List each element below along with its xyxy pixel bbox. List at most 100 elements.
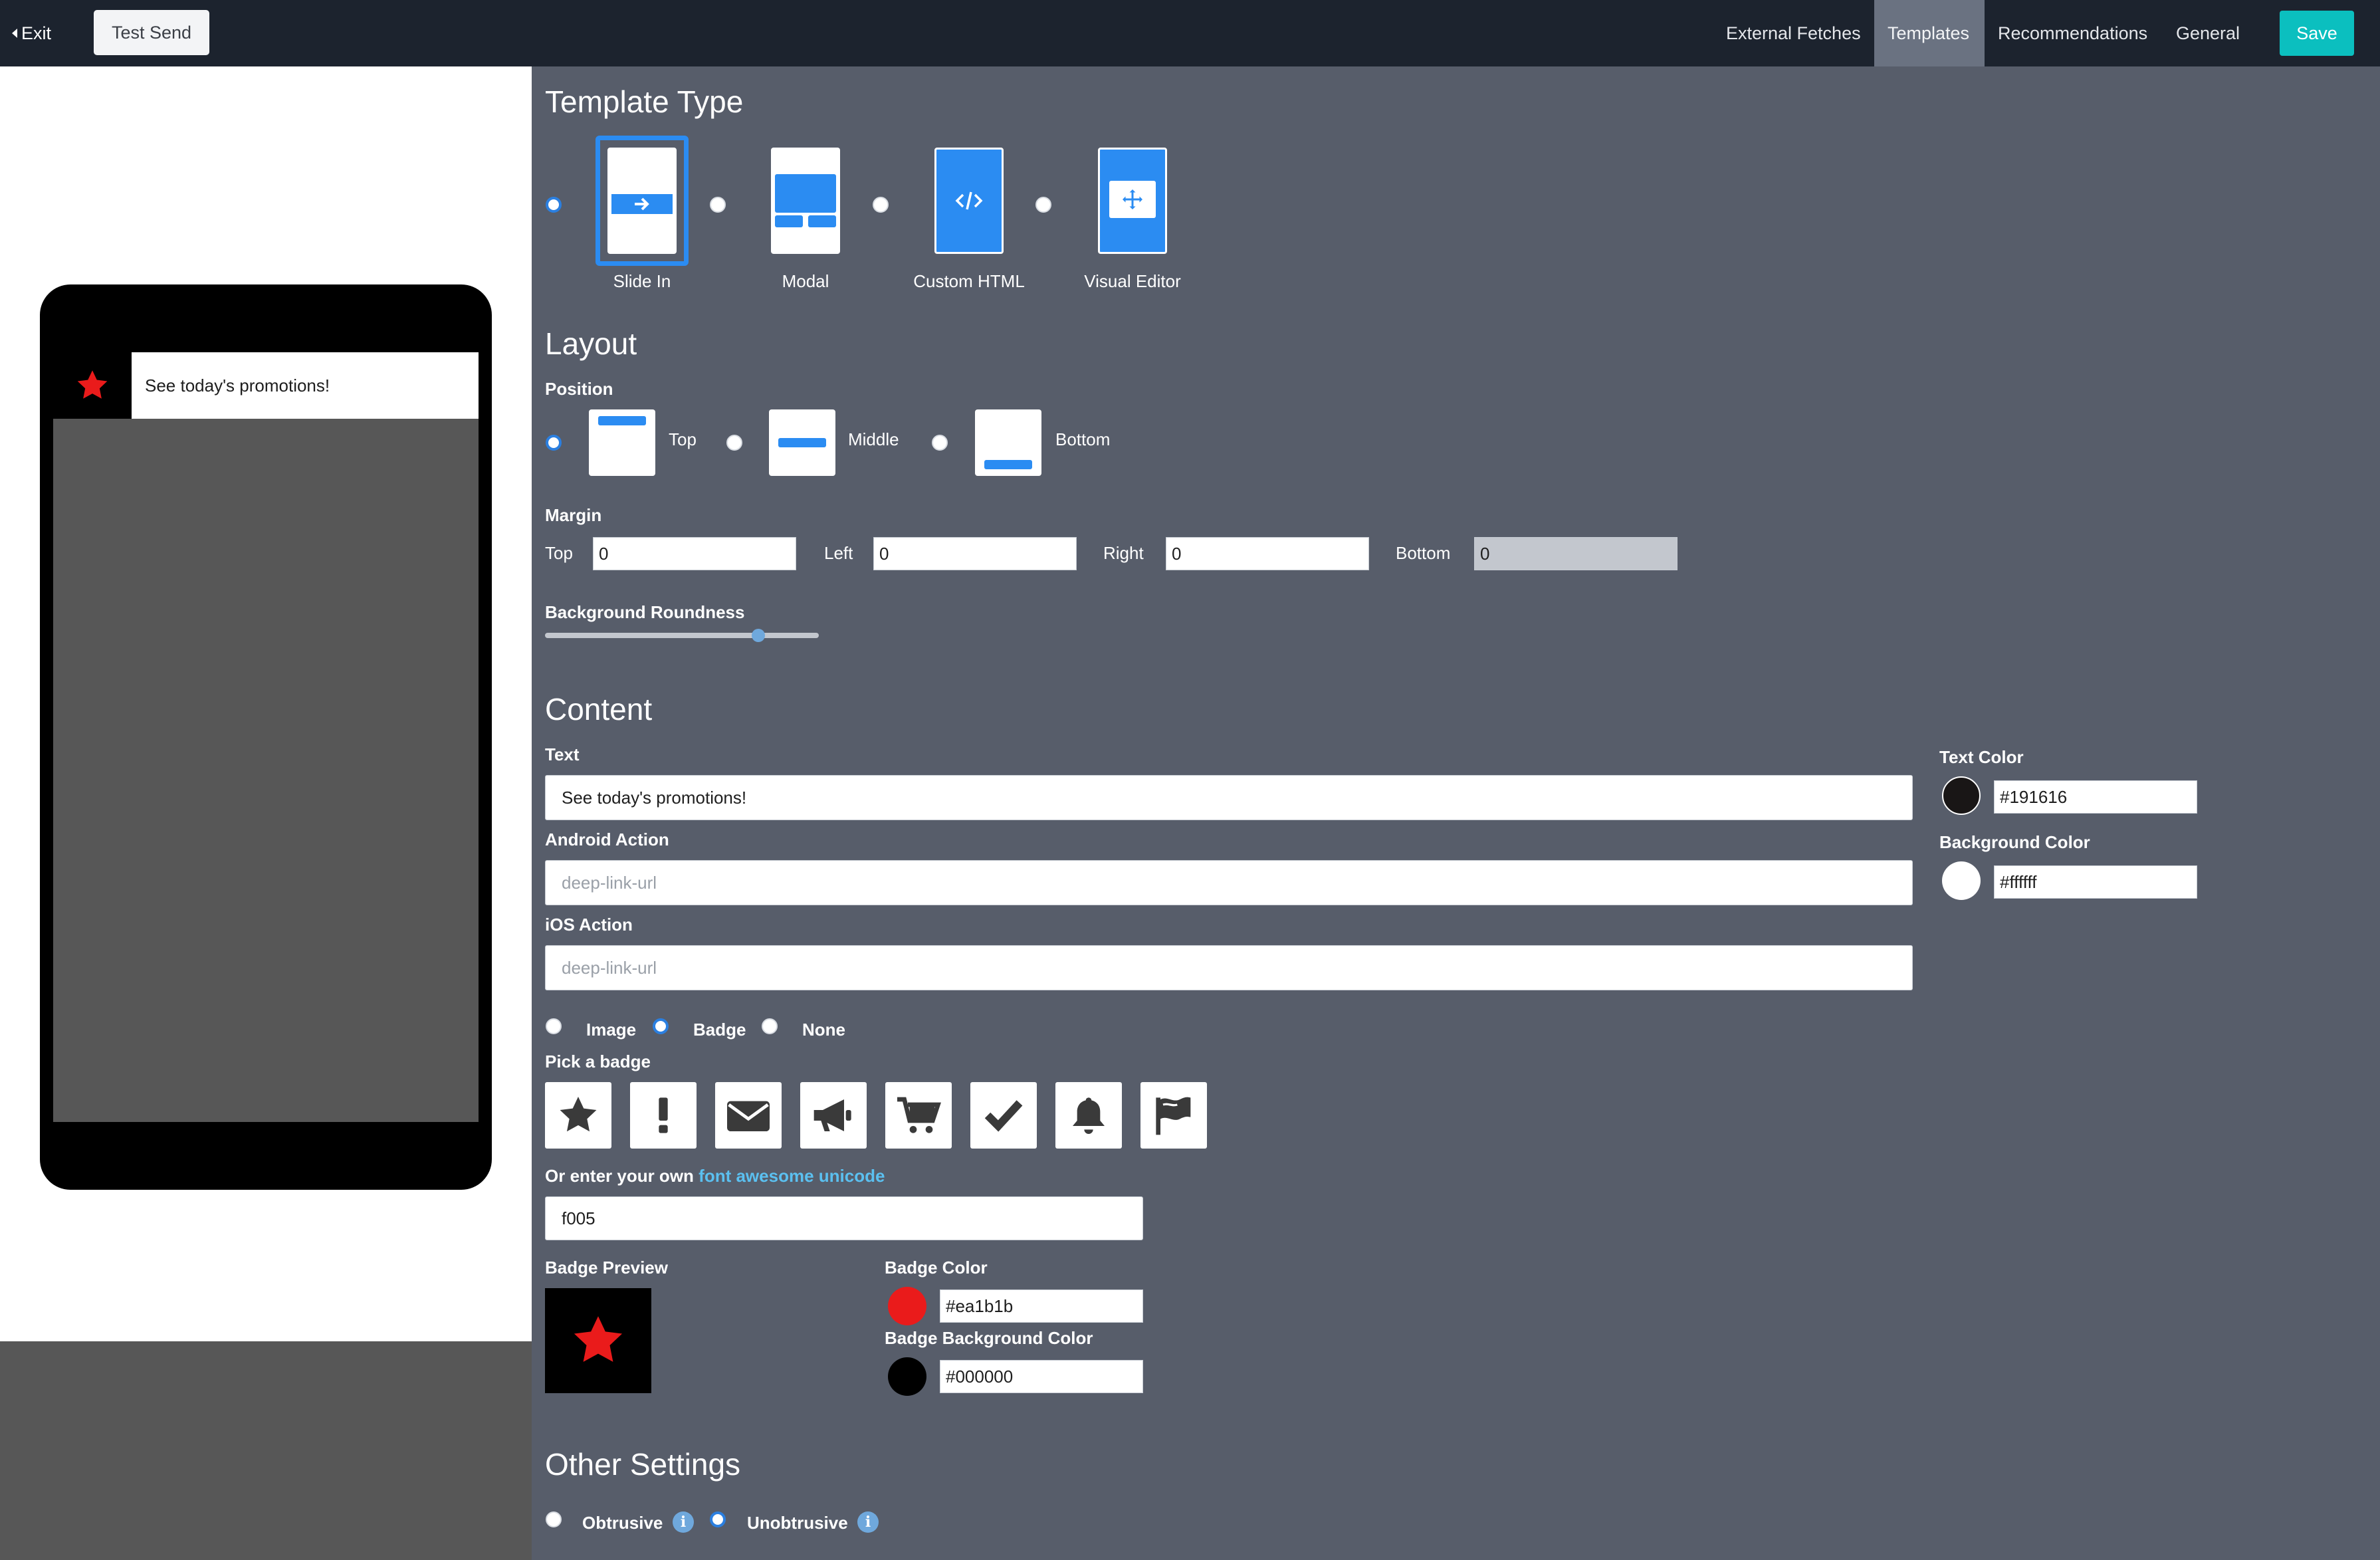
background-color-label: Background Color <box>1939 832 2090 852</box>
template-label-modal: Modal <box>782 271 829 291</box>
nav-external-fetches[interactable]: External Fetches <box>1713 0 1874 66</box>
bell-icon <box>1073 1097 1105 1134</box>
template-label-visual-editor: Visual Editor <box>1084 271 1181 291</box>
media-label-badge: Badge <box>693 1020 746 1040</box>
badge-picker <box>545 1082 1207 1149</box>
position-label-top: Top <box>669 429 697 449</box>
slide-in-message-preview: See today's promotions! <box>53 352 479 419</box>
check-icon <box>984 1100 1023 1132</box>
content-heading: Content <box>545 692 653 726</box>
unobtrusive-label: Unobtrusive <box>747 1513 848 1533</box>
media-label-image: Image <box>586 1020 637 1040</box>
android-action-input[interactable] <box>545 860 1913 905</box>
template-label-custom-html: Custom HTML <box>913 271 1025 291</box>
badge-option-flag[interactable] <box>1140 1082 1207 1149</box>
badge-option-cart[interactable] <box>885 1082 952 1149</box>
background-roundness-label: Background Roundness <box>545 602 745 622</box>
margin-left-label: Left <box>824 543 853 563</box>
badge-option-megaphone[interactable] <box>800 1082 867 1149</box>
message-text-input[interactable] <box>545 775 1913 820</box>
position-middle-bar <box>778 438 826 447</box>
exit-button[interactable]: Exit <box>12 20 51 47</box>
position-top-bar <box>598 416 646 425</box>
badge-background-color-swatch[interactable] <box>888 1357 926 1396</box>
nav-general[interactable]: General <box>2163 0 2253 66</box>
radio-media-badge[interactable] <box>653 1018 669 1034</box>
text-label: Text <box>545 744 580 764</box>
position-label-middle: Middle <box>848 429 899 449</box>
unicode-hint-prefix: Or enter your own <box>545 1166 694 1186</box>
unicode-input[interactable] <box>545 1196 1143 1240</box>
test-send-button[interactable]: Test Send <box>94 10 209 55</box>
radio-position-middle[interactable] <box>726 435 742 451</box>
radio-position-bottom[interactable] <box>932 435 948 451</box>
layout-heading: Layout <box>545 326 637 361</box>
radio-position-top[interactable] <box>546 435 562 451</box>
margin-label: Margin <box>545 505 602 525</box>
modal-button-shape <box>775 215 803 227</box>
unobtrusive-info-icon[interactable]: i <box>857 1511 879 1533</box>
background-color-input[interactable] <box>1994 865 2197 899</box>
star-icon <box>560 1097 597 1132</box>
margin-right-label: Right <box>1103 543 1144 563</box>
background-color-swatch[interactable] <box>1942 861 1981 900</box>
position-bottom-bar <box>984 460 1032 469</box>
margin-left-input[interactable] <box>873 537 1077 570</box>
preview-badge <box>53 352 132 419</box>
cart-icon <box>897 1097 941 1133</box>
font-awesome-unicode-link[interactable]: font awesome unicode <box>699 1166 885 1186</box>
exit-label: Exit <box>21 23 52 43</box>
media-label-none: None <box>802 1020 845 1040</box>
badge-color-swatch[interactable] <box>888 1287 926 1325</box>
flag-icon <box>1156 1097 1191 1135</box>
badge-option-envelope[interactable] <box>715 1082 782 1149</box>
envelope-icon <box>727 1101 770 1131</box>
margin-top-input[interactable] <box>593 537 796 570</box>
badge-option-check[interactable] <box>970 1082 1037 1149</box>
code-icon <box>955 191 983 210</box>
unicode-hint: Or enter your own font awesome unicode <box>545 1166 885 1186</box>
other-settings-heading: Other Settings <box>545 1447 741 1482</box>
margin-right-input[interactable] <box>1166 537 1369 570</box>
badge-preview <box>545 1288 651 1393</box>
margin-bottom-input <box>1474 537 1677 570</box>
template-option-custom-html[interactable] <box>934 148 1004 254</box>
radio-slide-in[interactable] <box>546 197 562 213</box>
caret-left-icon <box>12 29 17 38</box>
radio-media-none[interactable] <box>762 1018 778 1034</box>
radio-obtrusive[interactable] <box>546 1511 562 1527</box>
move-arrows-icon <box>1109 181 1156 218</box>
radio-visual-editor[interactable] <box>1035 197 1051 213</box>
text-color-input[interactable] <box>1994 780 2197 814</box>
badge-option-star[interactable] <box>545 1082 611 1149</box>
badge-preview-label: Badge Preview <box>545 1258 668 1278</box>
roundness-slider-thumb[interactable] <box>752 629 766 642</box>
badge-color-input[interactable] <box>940 1289 1143 1323</box>
radio-media-image[interactable] <box>546 1018 562 1034</box>
position-label-bottom: Bottom <box>1055 429 1111 449</box>
android-action-label: Android Action <box>545 830 669 849</box>
badge-background-color-input[interactable] <box>940 1360 1143 1393</box>
star-icon <box>574 1316 623 1362</box>
preview-footer <box>0 1341 532 1560</box>
nav-recommendations[interactable]: Recommendations <box>1985 0 2161 66</box>
radio-modal[interactable] <box>710 197 726 213</box>
obtrusive-info-icon[interactable]: i <box>673 1511 694 1533</box>
text-color-swatch[interactable] <box>1942 776 1981 815</box>
position-label: Position <box>545 379 613 399</box>
badge-option-exclamation[interactable] <box>630 1082 697 1149</box>
star-icon <box>77 370 108 399</box>
margin-top-label: Top <box>545 543 573 563</box>
template-label-slide-in: Slide In <box>613 271 671 291</box>
roundness-slider-track[interactable] <box>545 633 819 638</box>
ios-action-input[interactable] <box>545 945 1913 990</box>
badge-background-color-label: Badge Background Color <box>885 1328 1093 1348</box>
radio-unobtrusive[interactable] <box>710 1511 726 1527</box>
phone-screen <box>53 352 479 1122</box>
text-color-label: Text Color <box>1939 747 2024 767</box>
badge-color-label: Badge Color <box>885 1258 988 1278</box>
radio-custom-html[interactable] <box>873 197 889 213</box>
badge-option-bell[interactable] <box>1055 1082 1122 1149</box>
nav-templates[interactable]: Templates <box>1874 0 1985 66</box>
save-button[interactable]: Save <box>2280 11 2354 56</box>
